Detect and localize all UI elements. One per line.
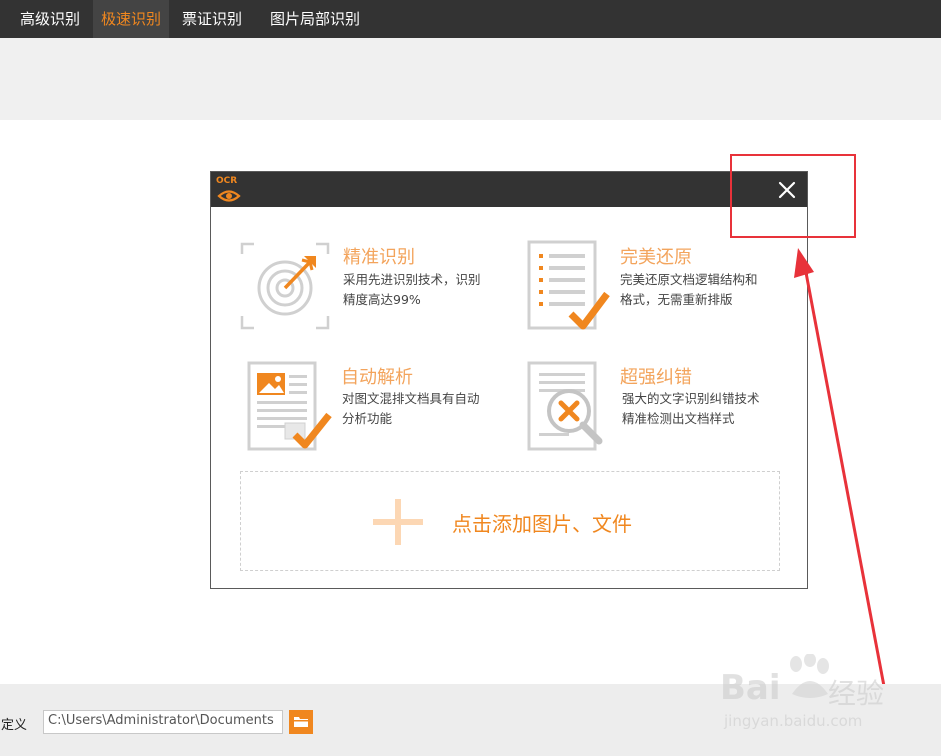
- add-files-button[interactable]: 点击添加图片、文件: [240, 471, 780, 571]
- feature-title: 自动解析: [341, 367, 413, 388]
- feature-desc-line: 采用先进识别技术，识别: [343, 272, 481, 287]
- ocr-logo-text: OCR: [216, 176, 238, 186]
- folder-icon: [294, 717, 308, 727]
- toolbar-area: [0, 38, 941, 120]
- document-check-icon: [527, 240, 610, 330]
- feature-description: 强大的文字识别纠错技术 精准检测出文档样式: [622, 389, 792, 429]
- feature-desc-line: 对图文混排文档具有自动: [342, 391, 480, 406]
- feature-desc-line: 格式，无需重新排版: [620, 292, 733, 307]
- feature-title: 精准识别: [343, 247, 415, 268]
- feature-description: 采用先进识别技术，识别 精度高达99%: [343, 270, 513, 310]
- annotation-highlight-box: [730, 154, 856, 238]
- output-path-field[interactable]: C:\Users\Administrator\Documents: [43, 710, 283, 734]
- feature-desc-line: 精度高达99%: [343, 292, 421, 307]
- image-document-icon: [247, 361, 332, 451]
- feature-desc-line: 精准检测出文档样式: [622, 411, 735, 426]
- tab-partial-image-recognition[interactable]: 图片局部识别: [262, 0, 368, 38]
- ocr-intro-dialog: OCR 精准识别 采用先进识别技术，识别 精度高达99% 完美还原 完美还原文档…: [210, 171, 808, 589]
- target-icon: [240, 242, 330, 330]
- plus-icon: [373, 499, 423, 545]
- baidu-jingyan-watermark: Bai 经验 jingyan.baidu.com: [720, 650, 900, 740]
- watermark-brand: Bai: [720, 668, 781, 708]
- feature-desc-line: 强大的文字识别纠错技术: [622, 391, 760, 406]
- feature-description: 对图文混排文档具有自动 分析功能: [342, 389, 512, 429]
- feature-desc-line: 完美还原文档逻辑结构和: [620, 272, 758, 287]
- tab-fast-recognition[interactable]: 极速识别: [93, 0, 170, 38]
- eye-icon: [217, 190, 241, 202]
- watermark-brand-cn: 经验: [828, 677, 885, 710]
- watermark-url: jingyan.baidu.com: [724, 712, 863, 730]
- browse-folder-button[interactable]: [289, 710, 313, 734]
- magnifier-error-icon: [527, 361, 603, 451]
- tab-ticket-recognition[interactable]: 票证识别: [174, 0, 250, 38]
- top-nav-bar: 高级识别 极速识别 票证识别 图片局部识别: [0, 0, 941, 38]
- add-files-label: 点击添加图片、文件: [452, 512, 632, 536]
- output-path-label: 自定义: [0, 718, 28, 733]
- feature-title: 超强纠错: [620, 367, 692, 388]
- feature-description: 完美还原文档逻辑结构和 格式，无需重新排版: [620, 270, 790, 310]
- feature-title: 完美还原: [620, 247, 692, 268]
- dialog-header: OCR: [211, 172, 807, 207]
- paw-icon: [790, 654, 829, 698]
- ocr-logo: OCR: [215, 176, 241, 204]
- feature-desc-line: 分析功能: [342, 411, 393, 426]
- tab-advanced-recognition[interactable]: 高级识别: [12, 0, 88, 38]
